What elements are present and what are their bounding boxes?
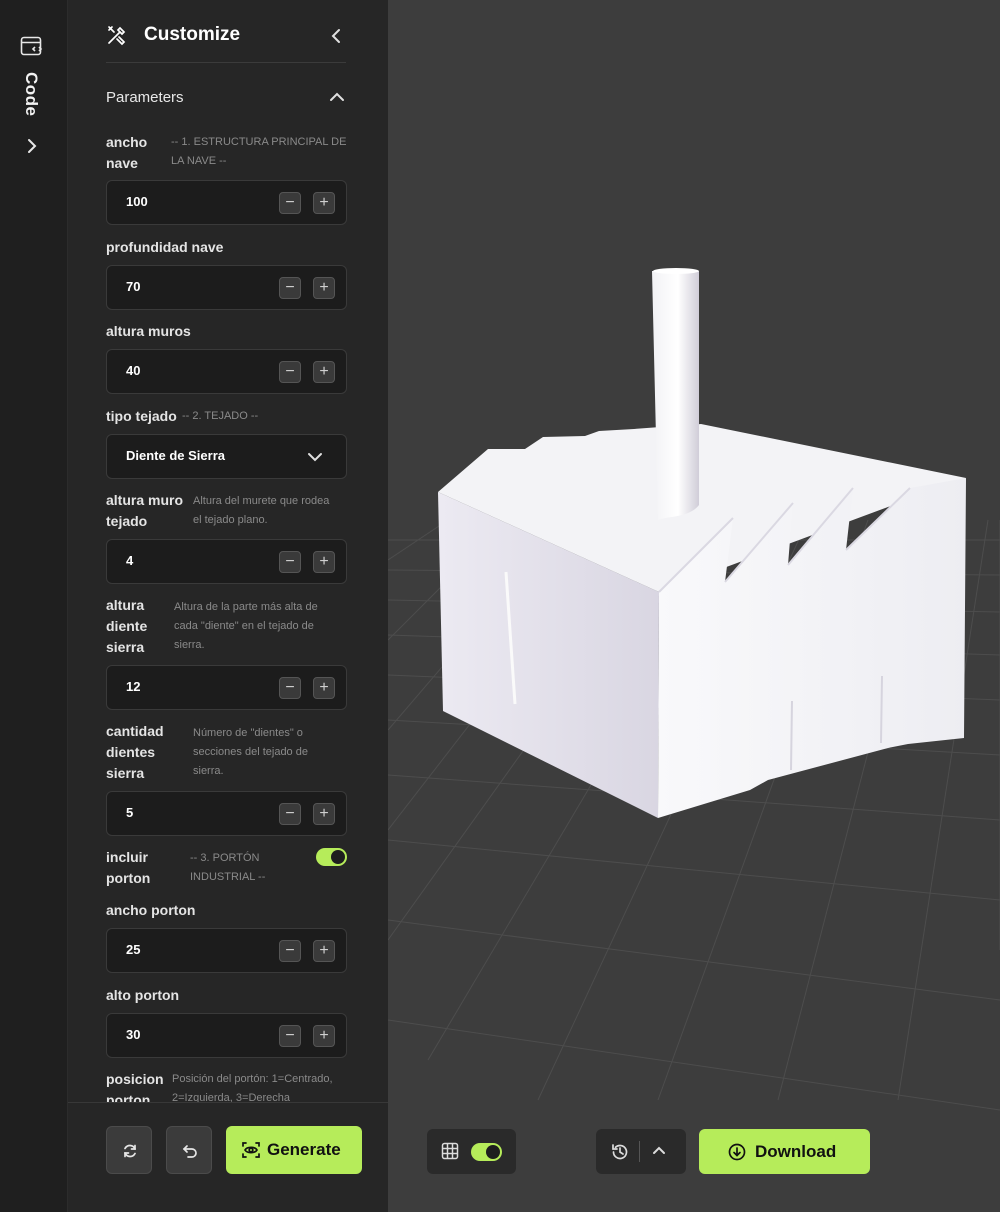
increment-button[interactable]: + <box>313 551 335 573</box>
input-value[interactable]: 4 <box>126 553 133 568</box>
reset-button[interactable] <box>106 1126 152 1174</box>
altura-muros-input[interactable]: 40 − + <box>106 349 347 394</box>
param-label-altura-muros: altura muros <box>106 323 191 339</box>
increment-button[interactable]: + <box>313 677 335 699</box>
toggle-knob <box>331 850 345 864</box>
cantidad-dientes-sierra-input[interactable]: 5 − + <box>106 791 347 836</box>
code-window-icon[interactable] <box>20 36 44 58</box>
eye-scan-icon <box>242 1142 260 1158</box>
factory-chimney <box>652 271 699 520</box>
toggle-knob <box>486 1145 500 1159</box>
footer-divider <box>68 1102 388 1103</box>
chevron-up-icon[interactable] <box>328 88 346 106</box>
param-desc-incluir-porton: -- 3. PORTÓN INDUSTRIAL -- <box>190 852 266 883</box>
download-label: Download <box>755 1142 837 1161</box>
increment-button[interactable]: + <box>313 192 335 214</box>
model-viewport[interactable] <box>388 0 1000 1212</box>
altura-diente-sierra-input[interactable]: 12 − + <box>106 665 347 710</box>
parameters-section-header[interactable]: Parameters <box>106 86 346 110</box>
left-rail: Code <box>0 0 68 1212</box>
factory-door-slit-mid <box>790 700 793 771</box>
model-scene[interactable] <box>388 0 1000 1212</box>
select-value: Diente de Sierra <box>126 448 225 463</box>
undo-icon <box>182 1145 197 1158</box>
chevron-right-icon[interactable] <box>22 136 42 156</box>
factory-model <box>438 268 966 818</box>
param-desc-posicion-porton: Posición del portón: 1=Centrado, 2=Izquie… <box>172 1073 333 1102</box>
param-label-alto-porton: alto porton <box>106 987 180 1003</box>
param-label-profundidad-nave: profundidad nave <box>106 239 224 255</box>
input-value[interactable]: 25 <box>126 942 140 957</box>
tipo-tejado-select[interactable]: Diente de Sierra <box>106 434 347 479</box>
profundidad-nave-input[interactable]: 70 − + <box>106 265 347 310</box>
param-desc-ancho-nave: -- 1. ESTRUCTURA PRINCIPAL DE LA NAVE -- <box>171 136 347 167</box>
grid-toolbar <box>427 1129 516 1174</box>
parameters-list[interactable]: ancho nave -- 1. ESTRUCTURA PRINCIPAL DE L… <box>106 128 347 1102</box>
undo-button[interactable] <box>166 1126 212 1174</box>
param-label-ancho-porton: ancho porton <box>106 902 196 918</box>
input-value[interactable]: 12 <box>126 679 140 694</box>
decrement-button[interactable]: − <box>279 277 301 299</box>
input-value[interactable]: 100 <box>126 194 148 209</box>
decrement-button[interactable]: − <box>279 361 301 383</box>
panel-title: Customize <box>144 24 241 45</box>
param-label-incluir-porton: incluir porton <box>106 849 151 886</box>
chevron-up-icon[interactable] <box>650 1142 668 1160</box>
input-value[interactable]: 5 <box>126 805 133 820</box>
app-root: Code Customize Parameters ancho nave -- … <box>0 0 1000 1212</box>
toolbar-divider <box>639 1141 640 1162</box>
input-value[interactable]: 30 <box>126 1027 140 1042</box>
history-toolbar <box>596 1129 686 1174</box>
rail-code-label[interactable]: Code <box>21 72 41 117</box>
param-label-posicion-porton: posicion porton <box>106 1071 164 1102</box>
decrement-button[interactable]: − <box>279 803 301 825</box>
altura-muro-tejado-input[interactable]: 4 − + <box>106 539 347 584</box>
history-icon[interactable] <box>610 1142 630 1162</box>
generate-label: Generate <box>267 1140 341 1159</box>
decrement-button[interactable]: − <box>279 192 301 214</box>
alto-porton-input[interactable]: 30 − + <box>106 1013 347 1058</box>
panel-header: Customize <box>106 18 346 62</box>
param-desc-tipo-tejado: -- 2. TEJADO -- <box>182 410 259 422</box>
grid-icon[interactable] <box>441 1142 459 1160</box>
input-value[interactable]: 70 <box>126 279 140 294</box>
increment-button[interactable]: + <box>313 1025 335 1047</box>
decrement-button[interactable]: − <box>279 940 301 962</box>
increment-button[interactable]: + <box>313 803 335 825</box>
increment-button[interactable]: + <box>313 361 335 383</box>
refresh-icon <box>124 1144 136 1158</box>
increment-button[interactable]: + <box>313 277 335 299</box>
ancho-porton-input[interactable]: 25 − + <box>106 928 347 973</box>
customize-panel: Customize Parameters ancho nave -- 1. EST… <box>68 0 388 1212</box>
param-label-ancho-nave: ancho nave <box>106 134 148 171</box>
param-desc-cantidad-dientes-sierra: Número de "dientes" o secciones del tejad… <box>193 727 308 777</box>
param-label-altura-muro-tejado: altura muro tejado <box>106 492 184 529</box>
decrement-button[interactable]: − <box>279 1025 301 1047</box>
param-desc-altura-diente-sierra: Altura de la parte más alta de cada "dien… <box>174 601 318 651</box>
section-title: Parameters <box>106 89 184 106</box>
param-label-cantidad-dientes-sierra: cantidad dientes sierra <box>106 723 164 781</box>
chevron-left-icon[interactable] <box>326 26 346 46</box>
param-label-altura-diente-sierra: altura diente sierra <box>106 597 148 655</box>
header-divider <box>106 62 346 63</box>
input-value[interactable]: 40 <box>126 363 140 378</box>
increment-button[interactable]: + <box>313 940 335 962</box>
download-circle-icon <box>728 1143 746 1161</box>
incluir-porton-toggle[interactable] <box>316 848 347 866</box>
param-label-tipo-tejado: tipo tejado <box>106 408 177 424</box>
download-button[interactable]: Download <box>699 1129 870 1174</box>
param-desc-altura-muro-tejado: Altura del murete que rodea el tejado pla… <box>193 495 330 526</box>
grid-toggle[interactable] <box>471 1143 502 1161</box>
generate-button[interactable]: Generate <box>226 1126 362 1174</box>
chimney-top <box>653 268 699 274</box>
factory-door-slit-right <box>880 675 883 744</box>
edit-tools-icon <box>108 26 126 46</box>
decrement-button[interactable]: − <box>279 677 301 699</box>
chevron-down-icon <box>308 453 322 462</box>
decrement-button[interactable]: − <box>279 551 301 573</box>
ancho-nave-input[interactable]: 100 − + <box>106 180 347 225</box>
